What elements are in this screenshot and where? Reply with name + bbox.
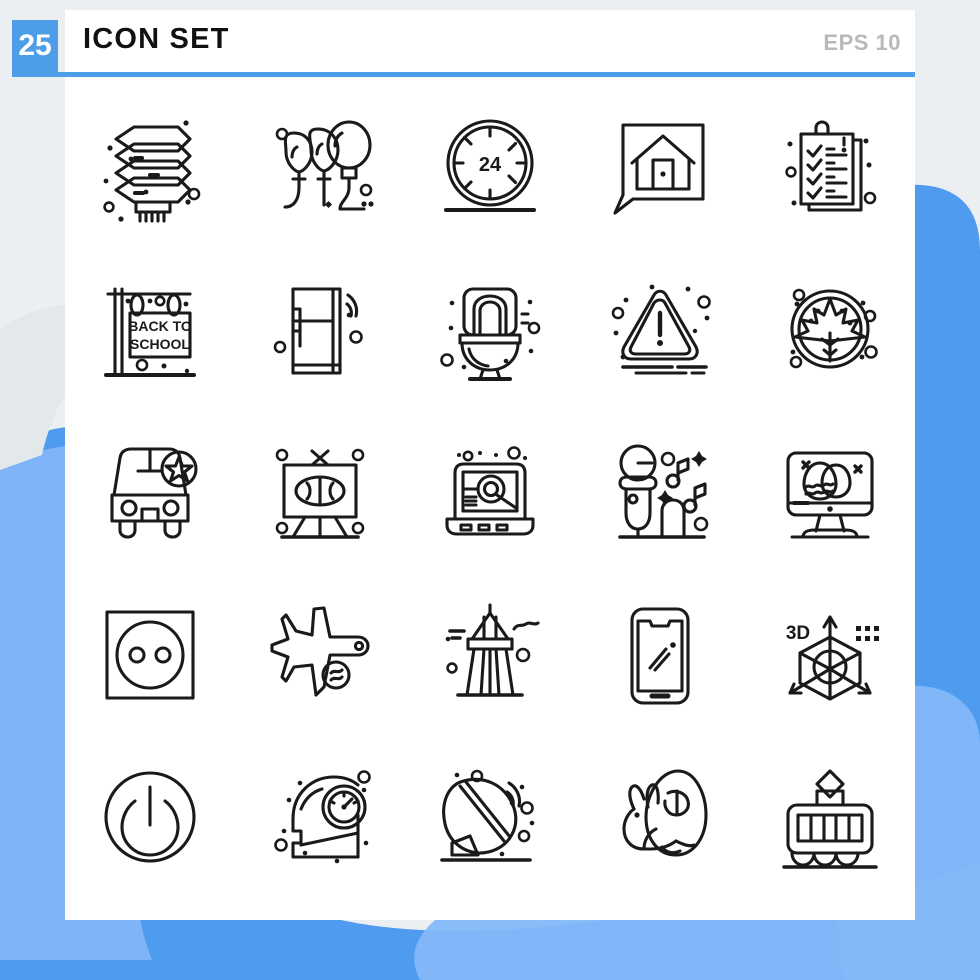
clock-24-hours-icon: 24: [444, 119, 536, 212]
head-gauge-icon: [274, 770, 371, 864]
icon-cell-microphone-music[interactable]: [575, 412, 745, 574]
power-button-icon: [104, 771, 196, 863]
microphone-music-icon: [618, 444, 709, 539]
checklist-clipboard-icon: [785, 120, 877, 212]
icon-set-card: 25 ICON SET EPS 10 24 BACK TO SCHOOL 3D: [12, 10, 915, 920]
home-photo-icon: [613, 123, 705, 215]
icon-cell-home-photo[interactable]: [575, 88, 745, 250]
header-rule: [12, 72, 915, 77]
warning-triangle-icon: [611, 284, 711, 375]
icon-cell-balloons[interactable]: [235, 88, 405, 250]
satellite-dish-icon: [440, 769, 535, 862]
icon-cell-maple-leaf[interactable]: [745, 250, 915, 412]
icon-cell-laptop-email-search[interactable]: [405, 412, 575, 574]
icon-cell-toilet[interactable]: [405, 250, 575, 412]
power-socket-icon: [105, 610, 195, 700]
tram-icon: [782, 769, 878, 869]
toilet-icon: [440, 287, 541, 381]
sign-line-1: BACK TO: [128, 318, 192, 334]
icon-cell-tv-football[interactable]: [235, 412, 405, 574]
icon-count-badge: 25: [12, 20, 58, 72]
icon-cell-tram[interactable]: [745, 736, 915, 898]
icon-cell-smart-refrigerator[interactable]: [235, 250, 405, 412]
maple-leaf-badge-icon: [789, 288, 878, 369]
monitor-easter-eggs-icon: [786, 451, 874, 539]
smart-refrigerator-icon: [273, 287, 363, 375]
server-stack-icon: [103, 120, 201, 223]
icon-cell-satellite-dish[interactable]: [405, 736, 575, 898]
icon-cell-cube-3d[interactable]: 3D: [745, 574, 915, 736]
clock-24-label: 24: [479, 154, 502, 176]
icon-cell-back-to-school[interactable]: BACK TO SCHOOL: [65, 250, 235, 412]
sign-line-2: SCHOOL: [130, 336, 190, 352]
icon-cell-police-car[interactable]: [65, 412, 235, 574]
smartphone-icon: [630, 607, 690, 705]
cube-3d-axis-icon: 3D: [786, 615, 879, 701]
icon-cell-airplane[interactable]: [235, 574, 405, 736]
icon-cell-server-stack[interactable]: [65, 88, 235, 250]
icon-cell-head-gauge[interactable]: [235, 736, 405, 898]
rabbit-egg-icon: [622, 769, 708, 857]
icon-cell-warning[interactable]: [575, 250, 745, 412]
format-label: EPS 10: [823, 30, 901, 55]
icon-grid: 24 BACK TO SCHOOL 3D: [65, 88, 915, 898]
back-to-school-sign-icon: BACK TO SCHOOL: [104, 287, 196, 377]
icon-cell-smartphone[interactable]: [575, 574, 745, 736]
icon-cell-checklist[interactable]: [745, 88, 915, 250]
icon-cell-power-socket[interactable]: [65, 574, 235, 736]
laptop-email-search-icon: [445, 446, 535, 536]
icon-cell-rabbit-egg[interactable]: [575, 736, 745, 898]
tv-football-icon: [275, 448, 365, 539]
cube-3d-label: 3D: [786, 623, 810, 644]
lighthouse-tower-icon: [445, 603, 540, 697]
police-car-icon: [110, 447, 198, 539]
icon-cell-monitor-easter-eggs[interactable]: [745, 412, 915, 574]
icon-cell-power-button[interactable]: [65, 736, 235, 898]
airplane-icon: [270, 606, 370, 697]
page-title: ICON SET: [83, 23, 230, 55]
icon-cell-lighthouse[interactable]: [405, 574, 575, 736]
balloons-icon: [275, 120, 374, 211]
card-header: 25 ICON SET EPS 10: [12, 10, 915, 77]
icon-cell-clock-24[interactable]: 24: [405, 88, 575, 250]
